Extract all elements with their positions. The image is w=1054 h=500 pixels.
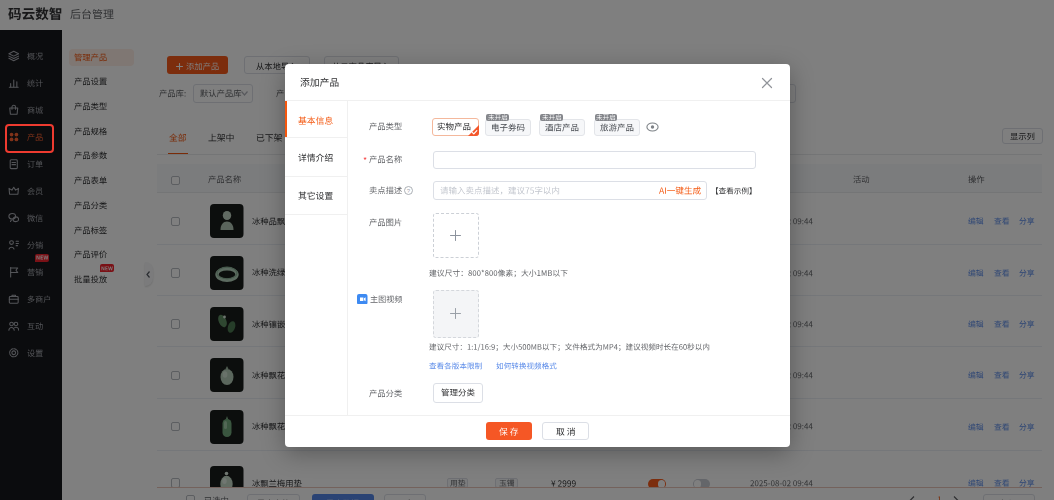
svg-text:?: ? xyxy=(407,187,411,193)
